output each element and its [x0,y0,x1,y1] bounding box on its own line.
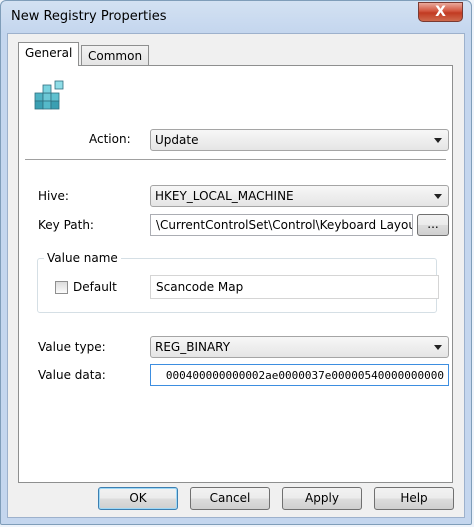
action-value: Update [155,133,199,147]
ok-button[interactable]: OK [98,487,178,510]
chevron-down-icon [434,138,442,143]
key-path-label: Key Path: [38,218,94,232]
help-button[interactable]: Help [374,487,454,510]
separator [25,159,446,161]
default-checkbox[interactable] [55,281,68,294]
hive-label: Hive: [38,189,69,203]
browse-button[interactable]: ... [417,214,449,236]
cancel-button[interactable]: Cancel [190,487,270,510]
value-type-value: REG_BINARY [155,340,231,354]
action-dropdown[interactable]: Update [150,129,449,151]
value-name-input[interactable]: Scancode Map [150,275,439,299]
general-tab-panel: Action: Update Hive: HKEY_LOCAL_MACHINE … [18,65,453,483]
window-title: New Registry Properties [11,9,167,24]
value-type-label: Value type: [38,340,106,354]
value-name-group: Value name Default Scancode Map [37,251,439,313]
value-name-group-title: Value name [44,251,121,265]
hive-value: HKEY_LOCAL_MACHINE [155,189,294,203]
chevron-down-icon [434,345,442,350]
dialog-client-area: General Common Action: Update Hive: HKEY… [7,33,465,518]
tab-common[interactable]: Common [81,45,150,67]
value-data-input[interactable]: 000400000000002ae0000037e000005400000000… [150,364,449,386]
registry-icon [33,79,69,115]
default-label: Default [73,280,117,294]
key-path-value: \CurrentControlSet\Control\Keyboard Layo… [156,218,413,232]
tab-general[interactable]: General [18,42,80,66]
apply-button[interactable]: Apply [282,487,362,510]
title-bar[interactable]: New Registry Properties X [1,1,471,33]
hive-dropdown[interactable]: HKEY_LOCAL_MACHINE [150,185,449,207]
value-name-value: Scancode Map [156,280,244,294]
key-path-input[interactable]: \CurrentControlSet\Control\Keyboard Layo… [150,214,413,236]
chevron-down-icon [434,194,442,199]
close-button[interactable]: X [418,2,463,22]
value-data-value: 000400000000002ae0000037e000005400000000… [165,369,444,382]
action-label: Action: [89,132,131,146]
value-type-dropdown[interactable]: REG_BINARY [150,336,449,358]
value-data-label: Value data: [38,368,106,382]
dialog-window: New Registry Properties X General Common [0,0,472,525]
